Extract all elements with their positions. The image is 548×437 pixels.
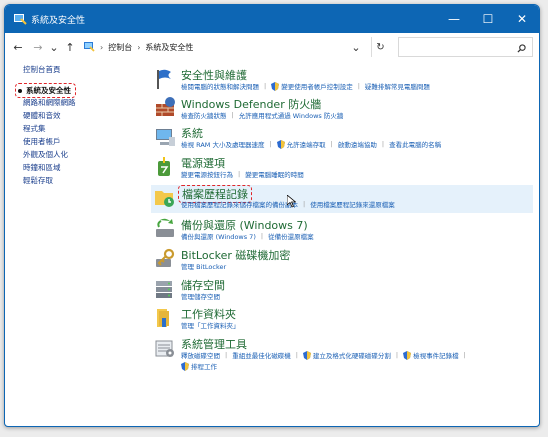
link-remote-assistance[interactable]: 啟動遠端協助 (338, 139, 377, 149)
link-restore-files[interactable]: 使用檔案歷程記錄來還原檔案 (310, 199, 395, 209)
uac-shield-icon (276, 139, 285, 149)
category-security-maintenance: 安全性與維護 檢閱電腦的狀態和解決問題 | 變更使用者帳戶控制設定 | 疑難排解常見… (151, 67, 533, 95)
category-work-folders: 工作資料夾 管理「工作資料夾」 (151, 306, 533, 334)
window-title: 系統及安全性 (31, 15, 86, 26)
category-storage-spaces: 儲存空間 管理儲存空間 (151, 277, 533, 305)
link-manage-storage[interactable]: 管理儲存空間 (181, 291, 220, 301)
link-uac-settings[interactable]: 變更使用者帳戶控制設定 (281, 81, 353, 91)
sidebar-item-clock-region[interactable]: 時鐘和區域 (23, 161, 143, 174)
computer-icon (153, 125, 177, 149)
firewall-icon (153, 96, 177, 120)
minimize-button[interactable]: — (437, 5, 471, 33)
address-bar[interactable]: › 控制台 › 系統及安全性 (83, 37, 371, 57)
link-power-button[interactable]: 變更電源按鈕行為 (181, 169, 233, 179)
maximize-button[interactable]: ☐ (471, 5, 505, 33)
storage-spaces-icon (153, 277, 177, 301)
link-divider: | (269, 140, 272, 148)
uac-shield-icon (271, 81, 280, 91)
category-file-history[interactable]: 檔案歷程記錄 使用檔案歷程記錄來儲存檔案的備份副本 | 使用檔案歷程記錄來還原檔案 (151, 185, 533, 213)
power-options-icon (153, 155, 177, 179)
sidebar-item-user-accounts[interactable]: 使用者帳戶 (23, 135, 143, 148)
link-divider: | (225, 351, 228, 359)
sidebar: 控制台首頁 系統及安全性 網路和網際網路 硬體和音效 程式集 使用者帳戶 外觀及… (15, 63, 143, 187)
work-folders-icon (153, 306, 177, 330)
file-history-icon (153, 185, 177, 209)
link-review-status[interactable]: 檢閱電腦的狀態和解決問題 (181, 81, 259, 91)
link-disk-cleanup[interactable]: 釋放磁碟空間 (181, 350, 220, 360)
breadcrumb-system-security[interactable]: 系統及安全性 (145, 42, 193, 53)
sidebar-item-hardware-sound[interactable]: 硬體和音效 (23, 109, 143, 122)
backup-restore-icon (153, 217, 177, 241)
search-icon (517, 38, 526, 57)
link-sleep-time[interactable]: 變更電腦睡眠的時間 (245, 169, 304, 179)
active-annotation-box: 系統及安全性 (15, 83, 76, 98)
search-input[interactable] (398, 37, 533, 57)
control-panel-icon (13, 12, 27, 26)
link-manage-bitlocker[interactable]: 管理 BitLocker (181, 261, 226, 271)
link-divider: | (264, 82, 267, 90)
bitlocker-key-icon (153, 247, 177, 271)
control-panel-small-icon (83, 40, 95, 54)
refresh-icon[interactable]: ↻ (371, 37, 389, 57)
sidebar-item-label: 系統及安全性 (26, 86, 71, 95)
category-bitlocker: BitLocker 磁碟機加密 管理 BitLocker (151, 247, 533, 275)
flag-icon (153, 67, 177, 91)
link-firewall-status[interactable]: 檢查防火牆狀態 (181, 110, 227, 120)
link-divider: | (260, 232, 264, 240)
link-troubleshoot[interactable]: 疑難排解常見電腦問題 (365, 81, 430, 91)
link-divider: | (231, 111, 234, 119)
link-remote-access[interactable]: 允許遠端存取 (287, 139, 326, 149)
link-manage-work-folders[interactable]: 管理「工作資料夾」 (181, 320, 240, 330)
forward-arrow-icon[interactable]: → (31, 37, 45, 57)
link-backup-restore[interactable]: 備份與還原 (Windows 7) (181, 231, 256, 241)
navigation-bar: ← → ⌄ ↑ › 控制台 › 系統及安全性 ⌄ ↻ (5, 33, 539, 61)
sidebar-item-appearance[interactable]: 外觀及個人化 (23, 148, 143, 161)
category-administrative-tools: 系統管理工具 釋放磁碟空間 | 重組並最佳化磁碟機 | 建立及格式化硬碟磁碟分割 | … (151, 336, 533, 374)
sidebar-home-link[interactable]: 控制台首頁 (23, 63, 143, 76)
link-defrag[interactable]: 重組並最佳化磁碟機 (232, 350, 291, 360)
link-ram-cpu[interactable]: 檢視 RAM 大小及處理器速度 (181, 139, 264, 149)
link-divider: | (330, 140, 333, 148)
link-computer-name[interactable]: 查看此電腦的名稱 (389, 139, 441, 149)
link-divider: | (357, 82, 360, 90)
link-divider: | (238, 170, 241, 178)
mouse-cursor-icon (286, 193, 297, 212)
address-dropdown-chevron-icon[interactable]: ⌄ (349, 37, 363, 57)
link-backup-files[interactable]: 使用檔案歷程記錄來儲存檔案的備份副本 (181, 199, 298, 209)
close-button[interactable]: ✕ (505, 5, 539, 33)
uac-shield-icon (181, 361, 189, 371)
link-allow-app[interactable]: 允許應用程式通過 Windows 防火牆 (239, 110, 344, 120)
breadcrumb-control-panel[interactable]: 控制台 (108, 42, 132, 53)
recent-locations-chevron-icon[interactable]: ⌄ (47, 37, 61, 57)
link-divider: | (303, 200, 306, 208)
link-divider: | (463, 351, 466, 359)
category-firewall: Windows Defender 防火牆 檢查防火牆狀態 | 允許應用程式通過 W… (151, 96, 533, 124)
admin-tools-icon (153, 336, 177, 360)
bullet-icon (18, 89, 22, 93)
link-task-scheduler[interactable]: 排程工作 (191, 361, 217, 371)
control-panel-window: 系統及安全性 — ☐ ✕ ← → ⌄ ↑ › 控制台 › 系統及安全性 ⌄ ↻ (4, 4, 540, 427)
breadcrumb-separator-icon: › (100, 42, 104, 52)
uac-shield-icon (403, 350, 412, 360)
title-bar: 系統及安全性 — ☐ ✕ (5, 5, 539, 33)
link-divider: | (381, 140, 385, 148)
sidebar-item-programs[interactable]: 程式集 (23, 122, 143, 135)
link-restore-from-backup[interactable]: 從備份還原檔案 (268, 231, 314, 241)
category-backup-restore: 備份與還原 (Windows 7) 備份與還原 (Windows 7) | 從備份… (151, 217, 533, 245)
link-divider: | (295, 351, 298, 359)
sidebar-item-ease-of-access[interactable]: 輕鬆存取 (23, 174, 143, 187)
uac-shield-icon (302, 350, 311, 360)
breadcrumb-separator-icon: › (137, 42, 141, 52)
up-arrow-icon[interactable]: ↑ (63, 37, 77, 57)
sidebar-item-system-security[interactable]: 系統及安全性 (15, 83, 143, 98)
link-event-logs[interactable]: 檢視事件記錄檔 (413, 350, 459, 360)
back-arrow-icon[interactable]: ← (11, 37, 25, 57)
category-system: 系統 檢視 RAM 大小及處理器速度 | 允許遠端存取 | 啟動遠端協助 | 查看此電… (151, 125, 533, 153)
category-power-options: 電源選項 變更電源按鈕行為 | 變更電腦睡眠的時間 (151, 155, 533, 183)
link-divider: | (395, 351, 399, 359)
link-disk-partitions[interactable]: 建立及格式化硬碟磁碟分割 (313, 350, 391, 360)
